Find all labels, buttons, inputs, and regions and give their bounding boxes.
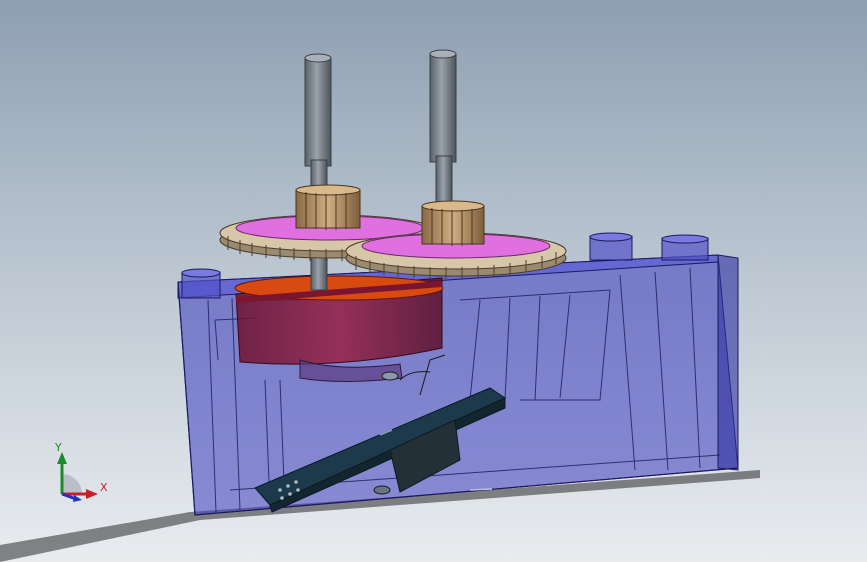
pinion-gear-right[interactable] xyxy=(421,200,485,246)
z-axis-arrow xyxy=(73,495,82,502)
triad-arc xyxy=(62,474,82,494)
axis-marker xyxy=(469,488,493,491)
y-axis-label: Y xyxy=(55,441,62,454)
pinion-gear-left[interactable] xyxy=(295,184,361,230)
triad-axes xyxy=(57,452,98,502)
x-axis-arrow xyxy=(86,489,98,499)
model-canvas[interactable] xyxy=(0,0,867,562)
coordinate-triad: Y X xyxy=(40,440,120,510)
cad-viewport[interactable]: Y X xyxy=(0,0,867,562)
housing-side-face xyxy=(717,254,739,471)
x-axis-label: X xyxy=(100,481,108,494)
